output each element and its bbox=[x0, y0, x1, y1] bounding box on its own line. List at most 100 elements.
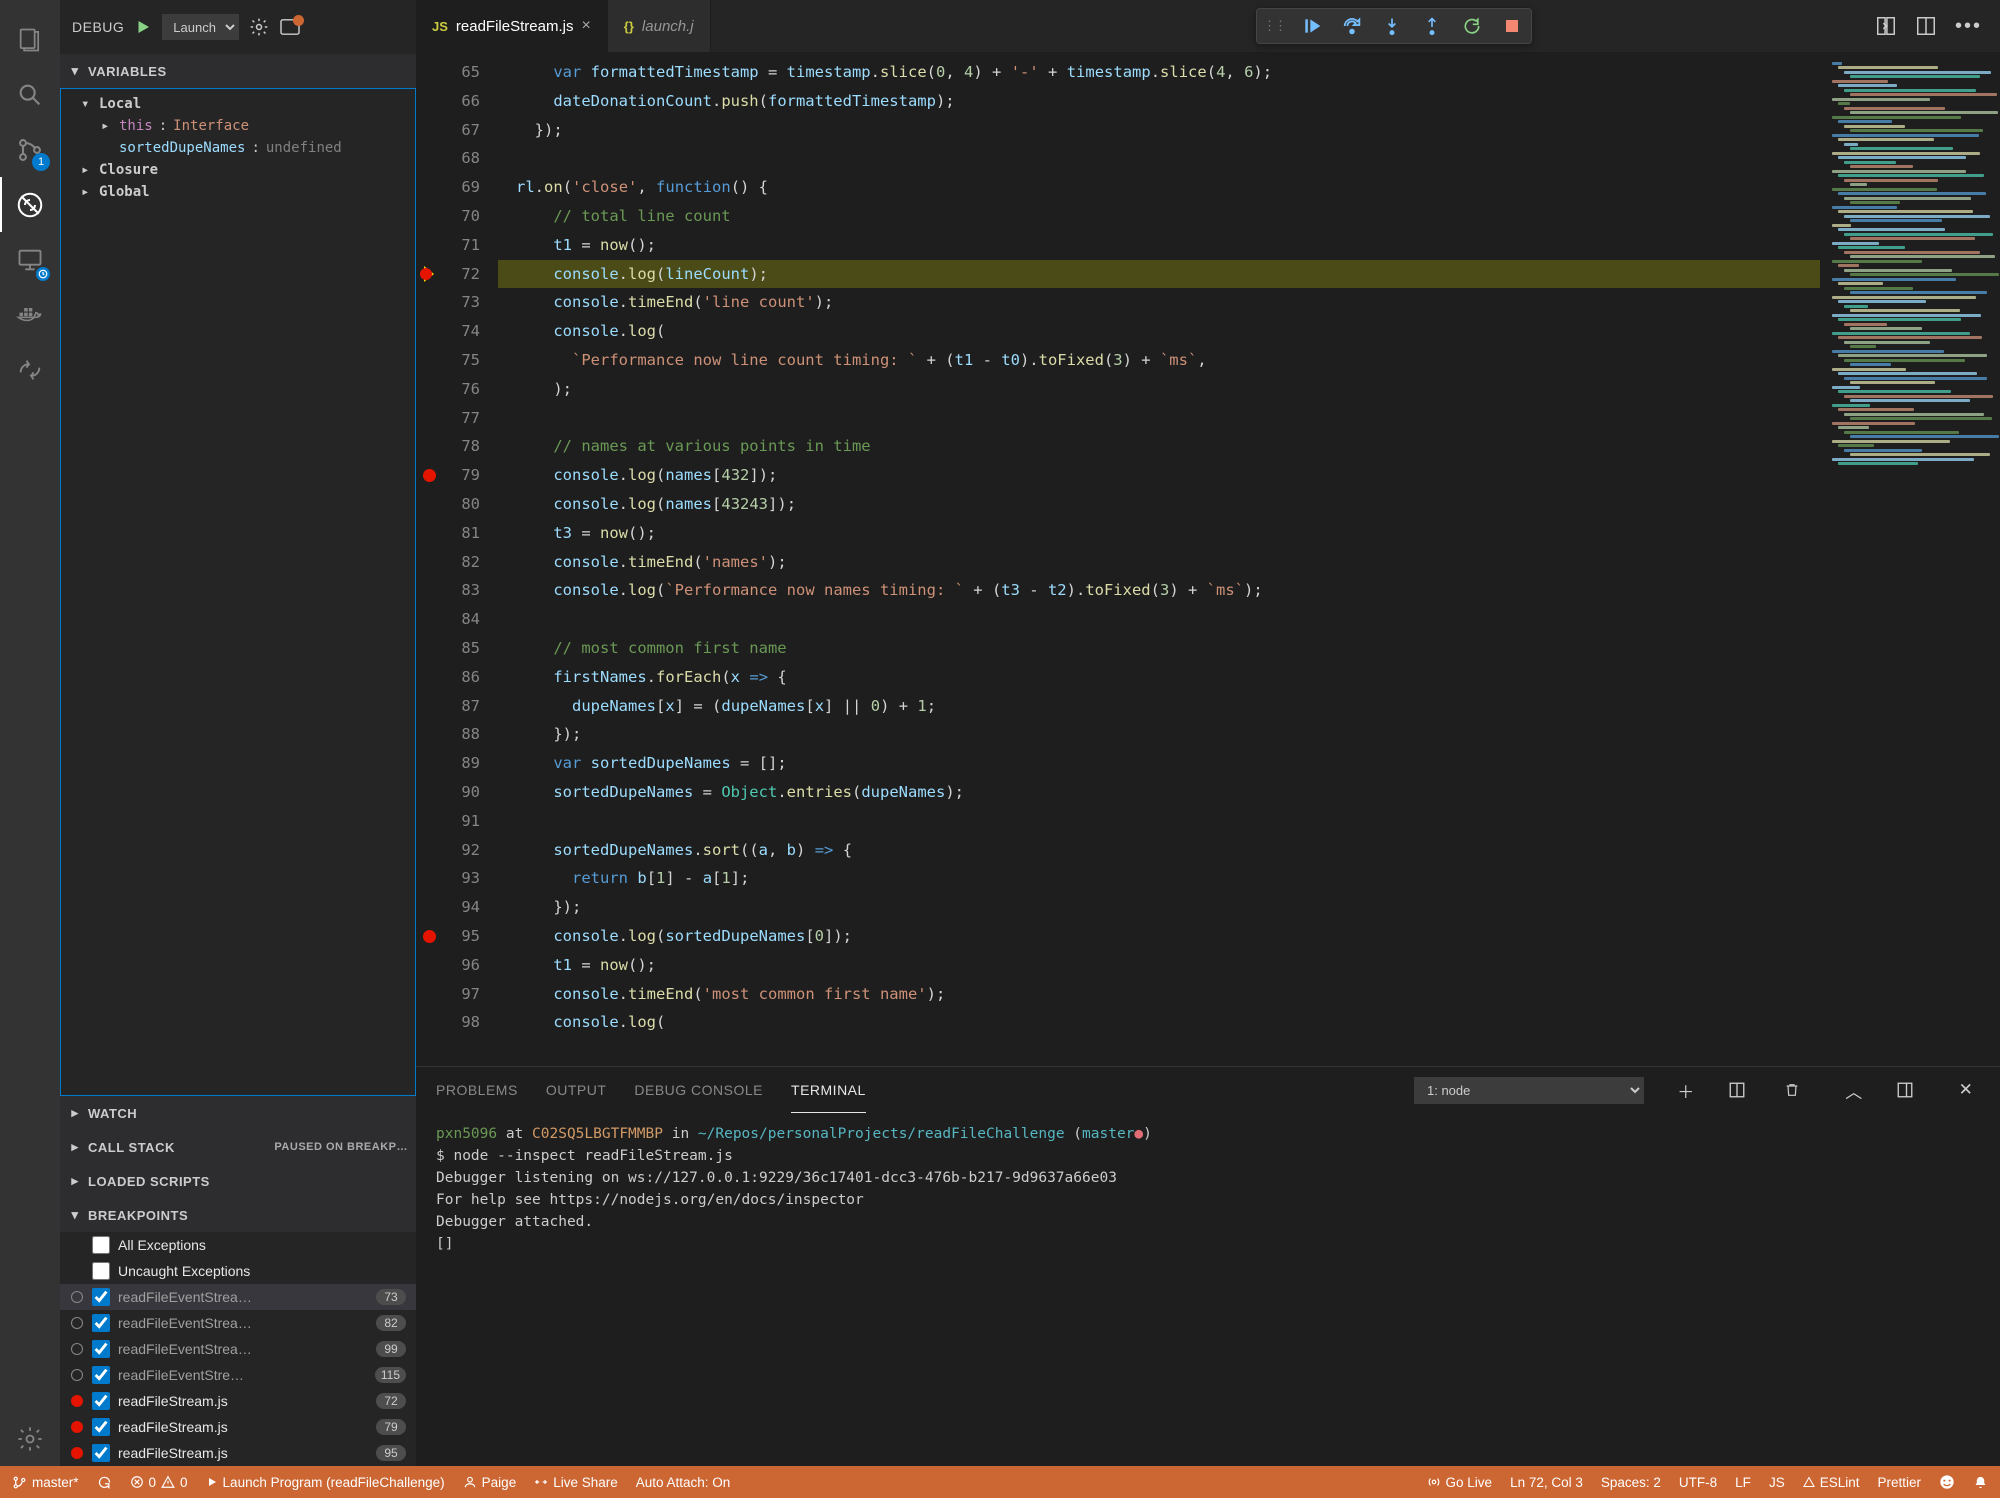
editor-tab[interactable]: JS readFileStream.js × bbox=[416, 0, 608, 52]
breakpoint-item[interactable]: readFileEventStrea…99 bbox=[60, 1336, 416, 1362]
status-bell-icon[interactable] bbox=[1973, 1475, 1988, 1490]
breakpoint-checkbox[interactable] bbox=[92, 1444, 110, 1462]
status-branch[interactable]: master* bbox=[12, 1475, 79, 1490]
status-autoattach[interactable]: Auto Attach: On bbox=[636, 1475, 731, 1490]
status-eslint[interactable]: ESLint bbox=[1803, 1475, 1860, 1490]
breakpoint-checkbox[interactable] bbox=[92, 1236, 110, 1254]
code-body[interactable]: var formattedTimestamp = timestamp.slice… bbox=[498, 52, 1820, 1066]
status-liveshare[interactable]: Live Share bbox=[534, 1475, 618, 1490]
debug-config-select[interactable]: Launch bbox=[162, 14, 239, 40]
variables-panel: ▾Local▸this: InterfacesortedDupeNames: u… bbox=[60, 88, 416, 1096]
minimap[interactable] bbox=[1820, 52, 2000, 1066]
loaded-scripts-header[interactable]: ▸LOADED SCRIPTS bbox=[60, 1164, 416, 1198]
variable-scope[interactable]: ▸Global bbox=[61, 181, 415, 203]
move-panel-icon[interactable] bbox=[1896, 1081, 1924, 1099]
tab-output[interactable]: OUTPUT bbox=[546, 1067, 607, 1113]
breakpoint-item[interactable]: readFileEventStrea…82 bbox=[60, 1310, 416, 1336]
activity-liveshare-icon[interactable] bbox=[0, 342, 60, 397]
remote-badge-icon bbox=[36, 267, 50, 281]
status-launch[interactable]: Launch Program (readFileChallenge) bbox=[206, 1475, 445, 1490]
breakpoint-item[interactable]: readFileEventStre…115 bbox=[60, 1362, 416, 1388]
breakpoint-item[interactable]: readFileStream.js95 bbox=[60, 1440, 416, 1466]
step-out-button[interactable] bbox=[1419, 13, 1445, 39]
status-prettier[interactable]: Prettier bbox=[1877, 1475, 1921, 1490]
breakpoint-builtin[interactable]: Uncaught Exceptions bbox=[60, 1258, 416, 1284]
maximize-panel-icon[interactable]: ︿ bbox=[1840, 1078, 1868, 1103]
debug-gear-icon[interactable] bbox=[249, 17, 269, 37]
breakpoint-checkbox[interactable] bbox=[92, 1340, 110, 1358]
terminal-output[interactable]: pxn5096 at C02SQ5LBGTFMMBP in ~/Repos/pe… bbox=[416, 1113, 2000, 1466]
file-icon: JS bbox=[432, 19, 448, 34]
code-editor[interactable]: 6566676869707172737475767778798081828384… bbox=[416, 52, 2000, 1066]
file-icon: {} bbox=[624, 19, 634, 34]
compare-icon[interactable] bbox=[1875, 15, 1897, 37]
activity-debug-icon[interactable] bbox=[0, 177, 60, 232]
bottom-panel: PROBLEMS OUTPUT DEBUG CONSOLE TERMINAL 1… bbox=[416, 1066, 2000, 1466]
variable-item[interactable]: sortedDupeNames: undefined bbox=[61, 137, 415, 159]
terminal-select[interactable]: 1: node bbox=[1414, 1077, 1644, 1104]
breakpoint-checkbox[interactable] bbox=[92, 1262, 110, 1280]
status-spaces[interactable]: Spaces: 2 bbox=[1601, 1475, 1661, 1490]
editor-area: JS readFileStream.js × {} launch.j ••• ⋮⋮ 65… bbox=[416, 0, 2000, 1466]
continue-button[interactable] bbox=[1299, 13, 1325, 39]
split-terminal-icon[interactable] bbox=[1728, 1081, 1756, 1099]
tab-bar: JS readFileStream.js × {} launch.j ••• bbox=[416, 0, 2000, 52]
variable-scope[interactable]: ▾Local bbox=[61, 93, 415, 115]
line-numbers: 6566676869707172737475767778798081828384… bbox=[442, 52, 498, 1066]
variable-item[interactable]: ▸this: Interface bbox=[61, 115, 415, 137]
step-over-button[interactable] bbox=[1339, 13, 1365, 39]
kill-terminal-icon[interactable] bbox=[1784, 1081, 1812, 1099]
restart-button[interactable] bbox=[1459, 13, 1485, 39]
debug-grip-icon[interactable]: ⋮⋮ bbox=[1263, 18, 1285, 34]
breakpoint-checkbox[interactable] bbox=[92, 1314, 110, 1332]
start-debug-icon[interactable] bbox=[134, 18, 152, 36]
tab-debug-console[interactable]: DEBUG CONSOLE bbox=[634, 1067, 763, 1113]
breakpoint-gutter[interactable] bbox=[416, 52, 442, 1066]
tab-label: launch.j bbox=[642, 18, 694, 35]
variables-header[interactable]: ▾VARIABLES bbox=[60, 54, 416, 88]
breakpoint-checkbox[interactable] bbox=[92, 1288, 110, 1306]
editor-tab[interactable]: {} launch.j bbox=[608, 0, 711, 52]
activity-explorer-icon[interactable] bbox=[0, 12, 60, 67]
tab-problems[interactable]: PROBLEMS bbox=[436, 1067, 518, 1113]
debug-controls[interactable]: ⋮⋮ bbox=[1256, 8, 1532, 44]
status-encoding[interactable]: UTF-8 bbox=[1679, 1475, 1717, 1490]
close-panel-icon[interactable]: ✕ bbox=[1952, 1080, 1980, 1100]
debug-toolbar: DEBUG Launch bbox=[60, 0, 416, 54]
status-cursor[interactable]: Ln 72, Col 3 bbox=[1510, 1475, 1583, 1490]
activity-docker-icon[interactable] bbox=[0, 287, 60, 342]
callstack-header[interactable]: ▸CALL STACKPAUSED ON BREAKP… bbox=[60, 1130, 416, 1164]
status-golive[interactable]: Go Live bbox=[1427, 1475, 1493, 1490]
breakpoint-checkbox[interactable] bbox=[92, 1392, 110, 1410]
breakpoints-header[interactable]: ▾BREAKPOINTS bbox=[60, 1198, 416, 1232]
step-into-button[interactable] bbox=[1379, 13, 1405, 39]
breakpoint-builtin[interactable]: All Exceptions bbox=[60, 1232, 416, 1258]
stop-button[interactable] bbox=[1499, 13, 1525, 39]
more-actions-icon[interactable]: ••• bbox=[1955, 15, 1982, 38]
debug-sidebar: DEBUG Launch ▾VARIABLES ▾Local▸this: Int… bbox=[60, 0, 416, 1466]
activity-search-icon[interactable] bbox=[0, 67, 60, 122]
activity-scm-icon[interactable]: 1 bbox=[0, 122, 60, 177]
status-errors[interactable]: 0 0 bbox=[130, 1475, 188, 1490]
tab-label: readFileStream.js bbox=[456, 18, 574, 35]
scm-badge: 1 bbox=[32, 153, 50, 171]
breakpoint-item[interactable]: readFileStream.js79 bbox=[60, 1414, 416, 1440]
activity-remote-icon[interactable] bbox=[0, 232, 60, 287]
status-sync[interactable] bbox=[97, 1475, 112, 1490]
close-tab-icon[interactable]: × bbox=[581, 17, 590, 35]
tab-terminal[interactable]: TERMINAL bbox=[791, 1067, 866, 1113]
breakpoint-item[interactable]: readFileStream.js72 bbox=[60, 1388, 416, 1414]
activity-settings-icon[interactable] bbox=[0, 1411, 60, 1466]
breakpoint-checkbox[interactable] bbox=[92, 1418, 110, 1436]
watch-header[interactable]: ▸WATCH bbox=[60, 1096, 416, 1130]
status-feedback-icon[interactable] bbox=[1939, 1474, 1955, 1490]
status-user[interactable]: Paige bbox=[463, 1475, 517, 1490]
breakpoint-checkbox[interactable] bbox=[92, 1366, 110, 1384]
variable-scope[interactable]: ▸Closure bbox=[61, 159, 415, 181]
status-lang[interactable]: JS bbox=[1769, 1475, 1785, 1490]
debug-console-toggle-icon[interactable] bbox=[279, 18, 301, 36]
split-editor-icon[interactable] bbox=[1915, 15, 1937, 37]
new-terminal-icon[interactable]: ＋ bbox=[1672, 1078, 1700, 1103]
breakpoint-item[interactable]: readFileEventStrea…73 bbox=[60, 1284, 416, 1310]
status-eol[interactable]: LF bbox=[1735, 1475, 1751, 1490]
